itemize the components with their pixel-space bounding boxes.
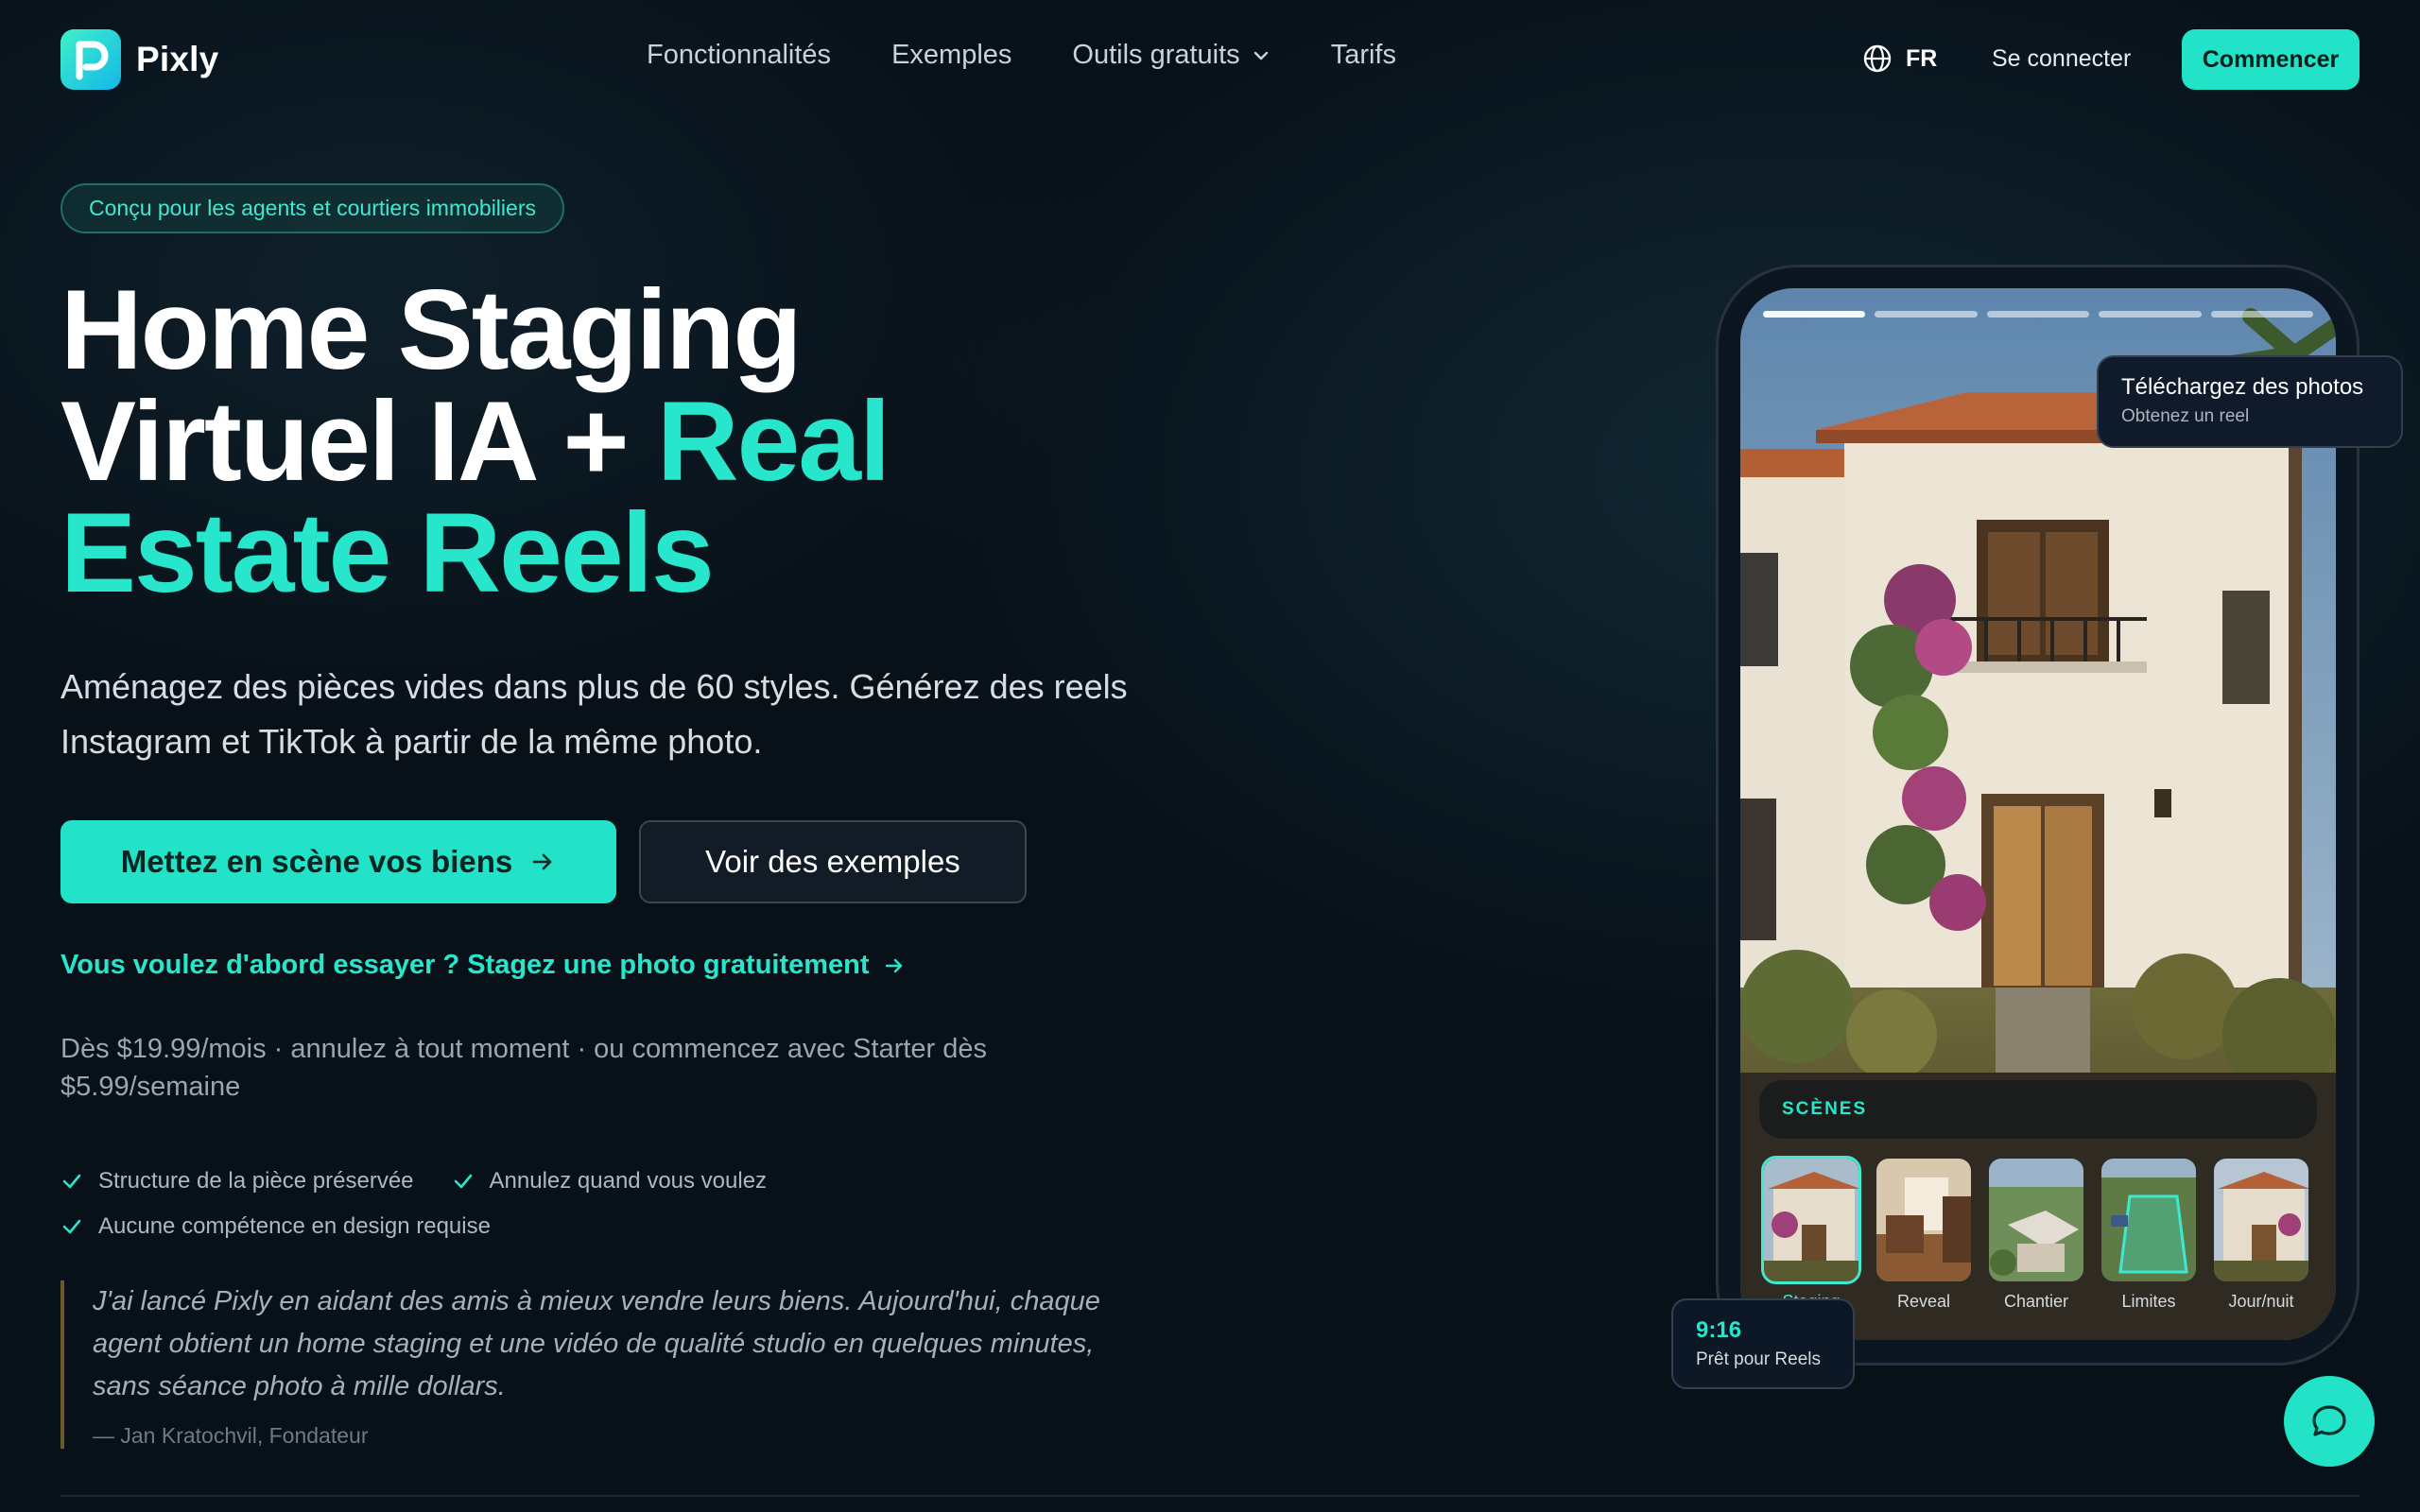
founder-quote: J'ai lancé Pixly en aidant des amis à mi…	[60, 1280, 1157, 1449]
stage-properties-label: Mettez en scène vos biens	[120, 844, 513, 879]
benefits-list: Structure de la pièce préservée Annulez …	[60, 1159, 1006, 1249]
chevron-down-icon	[1253, 51, 1268, 60]
progress-segment	[1875, 311, 1978, 318]
scene-thumb-label: Limites	[2121, 1292, 2176, 1311]
audience-badge: Conçu pour les agents et courtiers immob…	[60, 183, 564, 233]
hero-title-line2: Virtuel IA + Real	[60, 385, 1148, 498]
arrow-right-icon	[532, 853, 552, 870]
arrow-right-icon	[885, 958, 902, 972]
upload-tooltip: Téléchargez des photos Obtenez un reel	[2097, 355, 2403, 448]
scene-thumb-construction[interactable]: Chantier	[1986, 1156, 2086, 1312]
top-nav: Pixly Fonctionnalités Exemples Outils gr…	[0, 0, 2420, 118]
benefit-label: Annulez quand vous voulez	[489, 1168, 768, 1194]
scene-thumb-image	[1986, 1156, 2086, 1284]
pricing-note: Dès $19.99/mois · annulez à tout moment …	[60, 1034, 988, 1102]
aspect-ratio-badge: 9:16 Prêt pour Reels	[1671, 1298, 1855, 1389]
scene-thumb-boundaries[interactable]: Limites	[2099, 1156, 2199, 1312]
nav-link-free-tools[interactable]: Outils gratuits	[1072, 40, 1270, 71]
progress-segment	[2210, 311, 2314, 318]
scene-thumb-reveal[interactable]: Reveal	[1874, 1156, 1974, 1312]
nav-link-free-tools-label: Outils gratuits	[1072, 40, 1240, 70]
benefit-item: Aucune compétence en design requise	[60, 1213, 491, 1240]
scene-thumb-image	[2099, 1156, 2199, 1284]
scene-thumb-image	[1874, 1156, 1974, 1284]
scenes-header: SCÈNES	[1759, 1080, 2317, 1139]
quote-text: J'ai lancé Pixly en aidant des amis à mi…	[93, 1286, 1100, 1401]
check-icon	[62, 1219, 81, 1234]
brand-name: Pixly	[136, 40, 219, 78]
signin-link[interactable]: Se connecter	[1992, 45, 2131, 73]
free-try-label: Vous voulez d'abord essayer ? Stagez une…	[60, 950, 870, 980]
check-icon	[62, 1174, 81, 1189]
scene-thumbnails: Staging Reveal Chantier Limites Jour/nui…	[1761, 1156, 2328, 1312]
stage-properties-button[interactable]: Mettez en scène vos biens	[60, 820, 616, 903]
progress-segment	[1986, 311, 2090, 318]
scene-thumb-day-night[interactable]: Jour/nuit	[2211, 1156, 2311, 1312]
nav-link-pricing[interactable]: Tarifs	[1331, 40, 1396, 71]
tooltip-title: Téléchargez des photos	[2121, 374, 2364, 400]
benefit-label: Aucune compétence en design requise	[98, 1213, 491, 1239]
hero-title-line2-white: Virtuel IA +	[60, 378, 657, 505]
tooltip-subtitle: Obtenez un reel	[2121, 406, 2250, 426]
nav-link-examples[interactable]: Exemples	[891, 40, 1011, 71]
aspect-ratio-caption: Prêt pour Reels	[1696, 1349, 1822, 1369]
progress-segment	[1763, 311, 1866, 318]
story-progress	[1763, 311, 2314, 318]
scene-thumb-image	[1761, 1156, 1861, 1284]
progress-segment	[2099, 311, 2202, 318]
start-button[interactable]: Commencer	[2182, 29, 2360, 90]
scene-thumb-label: Jour/nuit	[2228, 1292, 2294, 1311]
benefit-label: Structure de la pièce préservée	[98, 1168, 414, 1194]
section-divider	[60, 1495, 2360, 1497]
logo[interactable]: Pixly	[60, 29, 218, 90]
scene-thumb-label: Reveal	[1896, 1292, 1951, 1311]
see-examples-button[interactable]: Voir des exemples	[639, 820, 1027, 903]
hero-lead: Aménagez des pièces vides dans plus de 6…	[60, 667, 1128, 761]
hero-title-line1: Home Staging	[60, 266, 803, 393]
nav-link-features[interactable]: Fonctionnalités	[647, 40, 831, 71]
chat-icon	[2312, 1405, 2346, 1436]
hero-title: Home Staging Virtuel IA + Real Estate Re…	[60, 266, 1148, 616]
scene-thumb-image	[2211, 1156, 2311, 1284]
free-try-link[interactable]: Vous voulez d'abord essayer ? Stagez une…	[60, 950, 906, 981]
hero-title-line3: Estate Reels	[60, 490, 715, 616]
scene-thumb-label: Chantier	[2003, 1292, 2069, 1311]
chat-button[interactable]	[2284, 1376, 2375, 1467]
pixly-logo-icon	[60, 29, 121, 90]
benefit-item: Annulez quand vous voulez	[452, 1168, 768, 1194]
language-label: FR	[1906, 44, 1938, 72]
language-switcher[interactable]: FR	[1862, 43, 1937, 74]
quote-author: — Jan Kratochvil, Fondateur	[93, 1423, 369, 1448]
globe-icon	[1863, 44, 1892, 73]
benefit-item: Structure de la pièce préservée	[60, 1168, 414, 1194]
aspect-ratio-value: 9:16	[1696, 1317, 1742, 1343]
scene-thumb-staging[interactable]: Staging	[1761, 1156, 1861, 1312]
check-icon	[454, 1174, 472, 1189]
nav-links: Fonctionnalités Exemples Outils gratuits…	[647, 40, 1457, 71]
hero-title-line2-accent: Real	[656, 378, 890, 505]
